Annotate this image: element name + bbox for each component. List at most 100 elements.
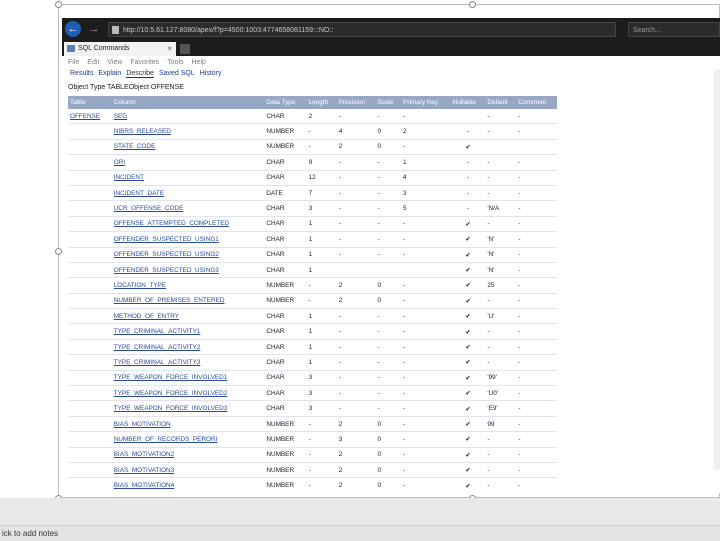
table-cell: - [516, 323, 557, 340]
vertical-scrollbar[interactable] [714, 70, 720, 470]
table-cell: - [375, 231, 402, 248]
column-name-link[interactable]: TYPE_WEAPON_FORCE_INVOLVED2 [111, 385, 265, 402]
table-row: BIAS_MOTIVATION NUMBER -2 0- ✔ 99- [68, 416, 557, 433]
column-name-link[interactable]: NUMBER_OF_PREMISES_ENTERED [111, 293, 265, 310]
table-cell: - [401, 400, 451, 417]
column-name-link[interactable]: OFFENDER_SUSPECTED_USING1 [111, 231, 265, 248]
table-cell: NUMBER [264, 447, 307, 463]
search-input[interactable]: Search... [628, 22, 720, 37]
table-name-cell [68, 477, 112, 493]
menu-item-help[interactable]: Help [192, 59, 206, 66]
table-row: NIBRS_RELEASED NUMBER -4 0 2- - - [68, 123, 557, 140]
notes-pane[interactable]: ick to add notes [0, 525, 720, 541]
column-name-link[interactable]: ORI [111, 154, 265, 171]
menu-item-edit[interactable]: Edit [87, 59, 99, 66]
table-row: BIAS_MOTIVATION3 NUMBER -2 0- ✔ - - [68, 462, 557, 479]
back-arrow-icon[interactable]: ← [65, 21, 81, 37]
column-name-link[interactable]: STATE_CODE [111, 139, 265, 156]
tab-saved-sql[interactable]: Saved SQL [159, 70, 195, 77]
table-cell [450, 109, 486, 125]
menu-item-view[interactable]: View [107, 59, 122, 66]
column-name-link[interactable]: INCIDENT [111, 170, 265, 186]
table-cell: - [375, 400, 402, 417]
column-name-link[interactable]: OFFENSE_ATTEMPTED_COMPLETED [111, 216, 265, 233]
table-cell: CHAR [264, 354, 307, 371]
column-name-link[interactable]: OFFENDER_SUSPECTED_USING2 [111, 247, 265, 263]
table-name-link[interactable]: OFFENSE [68, 109, 112, 125]
page-icon [112, 26, 119, 34]
close-icon[interactable]: × [167, 42, 172, 56]
table-cell: - [516, 216, 557, 233]
new-tab-icon[interactable] [180, 44, 190, 54]
table-cell: 3 [306, 370, 337, 387]
column-name-link[interactable]: METHOD_OF_ENTRY [111, 308, 265, 325]
table-cell: - [375, 385, 402, 402]
column-name-link[interactable]: UCR_OFFENSE_CODE [111, 200, 265, 217]
table-cell: CHAR [264, 385, 307, 402]
menu-item-tools[interactable]: Tools [167, 59, 183, 66]
column-name-link[interactable]: SEG [111, 109, 265, 125]
table-cell: ✔ [450, 323, 486, 340]
table-cell: - [485, 431, 517, 448]
describe-table: Table Column Data Type Length Precision Scale… [68, 96, 557, 493]
column-name-link[interactable]: OFFENDER_SUSPECTED_USING3 [111, 262, 265, 279]
table-cell: 0 [375, 462, 402, 479]
resize-handle[interactable] [55, 1, 62, 8]
tab-explain[interactable]: Explain [98, 70, 121, 77]
tab-bar: SQL Commands × [62, 42, 720, 56]
object-type-label: Object Type TABLEObject OFFENSE [68, 84, 184, 91]
address-bar[interactable]: http://10.5.61.127:8080/apex/f?p=4500:10… [108, 22, 616, 37]
table-cell: - [306, 416, 337, 433]
column-name-link[interactable]: TYPE_WEAPON_FORCE_INVOLVED1 [111, 370, 265, 387]
tab-sql-commands[interactable]: SQL Commands × [64, 42, 176, 56]
table-cell: - [401, 109, 451, 125]
table-cell: NUMBER [264, 277, 307, 294]
table-row: NUMBER_OF_PREMISES_ENTERED NUMBER -2 0- ✔ - - [68, 293, 557, 310]
column-name-link[interactable]: BIAS_MOTIVATION2 [111, 447, 265, 463]
column-name-link[interactable]: TYPE_WEAPON_FORCE_INVOLVED3 [111, 400, 265, 417]
column-header: Default [485, 96, 517, 109]
table-cell: NUMBER [264, 139, 307, 156]
table-cell: - [336, 216, 376, 233]
table-cell [375, 262, 402, 279]
tab-history[interactable]: History [200, 70, 222, 77]
column-name-link[interactable]: BIAS_MOTIVATION4 [111, 477, 265, 493]
resize-handle[interactable] [469, 1, 476, 8]
table-cell: - [336, 339, 376, 356]
table-cell: - [450, 185, 486, 202]
column-header: Table [68, 96, 112, 109]
table-cell: - [375, 200, 402, 217]
column-name-link[interactable]: BIAS_MOTIVATION [111, 416, 265, 433]
table-name-cell [68, 216, 112, 233]
table-cell: - [516, 354, 557, 371]
menu-item-favorites[interactable]: Favorites [130, 59, 159, 66]
forward-arrow-icon[interactable]: → [86, 21, 102, 37]
column-name-link[interactable]: NIBRS_RELEASED [111, 123, 265, 140]
column-name-link[interactable]: TYPE_CRIMINAL_ACTIVITY3 [111, 354, 265, 371]
table-cell: - [485, 354, 517, 371]
column-name-link[interactable]: LOCATION_TYPE [111, 277, 265, 294]
resize-handle[interactable] [55, 248, 62, 255]
table-row: UCR_OFFENSE_CODE CHAR 3- -5- 'N/A - [68, 200, 557, 217]
menu-item-file[interactable]: File [68, 59, 79, 66]
table-cell: 12 [306, 170, 337, 186]
table-cell: - [401, 385, 451, 402]
table-cell: - [516, 262, 557, 279]
tab-results[interactable]: Results [70, 70, 93, 77]
table-cell: CHAR [264, 400, 307, 417]
column-name-link[interactable]: NUMBER_OF_RECORDS_PERORI [111, 431, 265, 448]
table-name-cell [68, 370, 112, 387]
column-name-link[interactable]: BIAS_MOTIVATION3 [111, 462, 265, 479]
table-cell: 9 [306, 154, 337, 171]
column-header: Scale [375, 96, 402, 109]
column-name-link[interactable]: TYPE_CRIMINAL_ACTIVITY2 [111, 339, 265, 356]
column-name-link[interactable]: INCIDENT_DATE [111, 185, 265, 202]
table-cell: CHAR [264, 247, 307, 263]
table-cell: - [336, 400, 376, 417]
column-name-link[interactable]: TYPE_CRIMINAL_ACTIVITY1 [111, 323, 265, 340]
table-cell: - [401, 247, 451, 263]
tab-describe[interactable]: Describe [126, 70, 154, 78]
table-cell: - [401, 416, 451, 433]
table-cell: ✔ [450, 231, 486, 248]
table-cell: - [485, 447, 517, 463]
